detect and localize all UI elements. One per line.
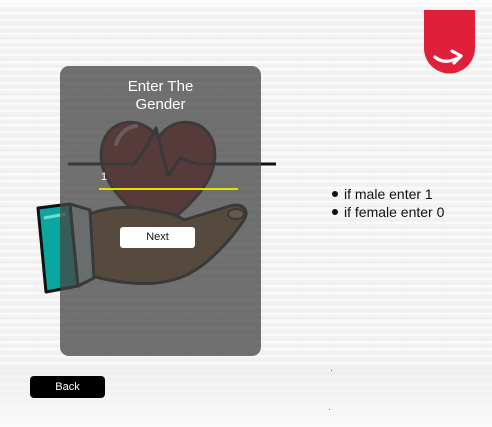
background-speck — [329, 409, 330, 410]
background-speck — [331, 370, 332, 371]
instruction-text: if female enter 0 — [344, 204, 445, 220]
gender-instructions: if male enter 1 if female enter 0 — [332, 185, 444, 221]
form-title: Enter The Gender — [127, 78, 194, 113]
gender-input[interactable] — [99, 170, 238, 190]
bullet-icon — [332, 209, 338, 215]
bullet-icon — [332, 191, 338, 197]
instruction-text: if male enter 1 — [344, 186, 433, 202]
instruction-item: if female enter 0 — [332, 203, 444, 221]
instruction-item: if male enter 1 — [332, 185, 444, 203]
next-button[interactable]: Next — [120, 227, 195, 248]
back-button[interactable]: Back — [30, 376, 105, 398]
gender-form-card: Enter The Gender Next — [60, 66, 261, 356]
share-arrow-icon — [424, 10, 475, 74]
background-top-band — [0, 0, 492, 10]
